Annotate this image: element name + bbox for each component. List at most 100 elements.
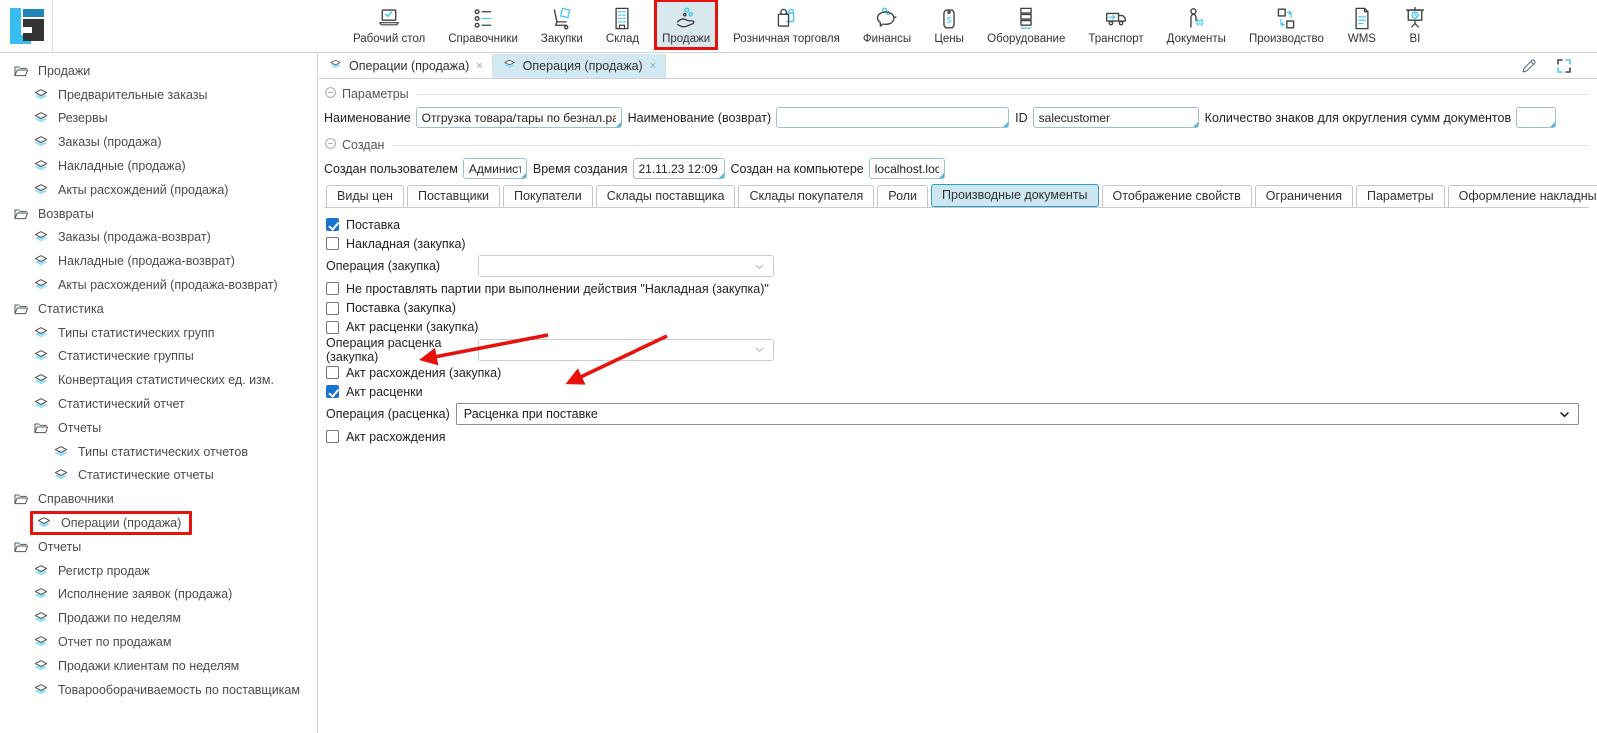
name-return-input[interactable] xyxy=(776,107,1009,128)
checkbox-row: Поставка (закупка) xyxy=(326,299,1583,318)
sidebar-item[interactable]: Акты расхождений (продажа-возврат) xyxy=(0,273,317,297)
truck-icon xyxy=(1101,5,1131,32)
toolbar-item-retail[interactable]: Розничная торговля xyxy=(728,2,845,48)
toolbar-item-transport[interactable]: Транспорт xyxy=(1083,2,1148,48)
created-computer-input[interactable] xyxy=(869,158,945,179)
sidebar-item[interactable]: Статистические отчеты xyxy=(0,464,317,488)
sidebar-item[interactable]: Акты расхождений (продажа) xyxy=(0,178,317,202)
main-panel: Операции (продажа)×Операция (продажа)× xyxy=(319,54,1597,733)
subtab-strip: Виды ценПоставщикиПокупателиСклады поста… xyxy=(324,184,1589,208)
toolbar-item-references[interactable]: Справочники xyxy=(443,2,523,48)
rounding-input[interactable] xyxy=(1516,107,1556,128)
sidebar-folder[interactable]: Справочники xyxy=(0,487,317,511)
subtab-item[interactable]: Параметры xyxy=(1356,185,1445,207)
subtab-item[interactable]: Склады покупателя xyxy=(738,185,874,207)
svg-text:$: $ xyxy=(947,15,952,25)
dropdown-select[interactable] xyxy=(478,255,774,277)
toolbar-item-purchases[interactable]: Закупки xyxy=(536,2,588,48)
sidebar-item[interactable]: Товарооборачиваемость по поставщикам xyxy=(0,678,317,702)
subtab-item[interactable]: Отображение свойств xyxy=(1102,185,1252,207)
checkbox[interactable] xyxy=(326,366,339,379)
toolbar-item-equipment[interactable]: Оборудование xyxy=(982,2,1070,48)
collapse-minus-icon[interactable] xyxy=(324,137,342,153)
collapse-minus-icon[interactable] xyxy=(324,86,342,102)
folder-icon xyxy=(12,63,30,79)
sidebar-item-label: Отчеты xyxy=(58,421,101,435)
sidebar-item[interactable]: Типы статистических отчетов xyxy=(0,440,317,464)
sidebar-folder[interactable]: Продажи xyxy=(0,59,317,83)
subtab-item[interactable]: Оформление накладных xyxy=(1448,185,1597,207)
checkbox[interactable] xyxy=(326,385,339,398)
toolbar-item-warehouse[interactable]: Склад xyxy=(601,2,644,48)
dropdown-select[interactable]: Расценка при поставке xyxy=(456,403,1579,425)
checkbox-row: Не проставлять партии при выполнении дей… xyxy=(326,279,1583,298)
toolbar-item-documents[interactable]: Документы xyxy=(1162,2,1231,48)
checkbox[interactable] xyxy=(326,302,339,315)
toolbar-item-production[interactable]: Производство xyxy=(1244,2,1329,48)
layers-icon xyxy=(32,396,50,412)
sidebar-item[interactable]: Типы статистических групп xyxy=(0,321,317,345)
sidebar-item[interactable]: Регистр продаж xyxy=(0,559,317,583)
layers-icon xyxy=(52,444,70,460)
sidebar-item[interactable]: Продажи клиентам по неделям xyxy=(0,654,317,678)
sidebar-item[interactable]: Резервы xyxy=(0,107,317,131)
sidebar-item[interactable]: Исполнение заявок (продажа) xyxy=(0,583,317,607)
created-time-input[interactable] xyxy=(633,158,725,179)
sidebar-folder[interactable]: Отчеты xyxy=(0,416,317,440)
checkbox[interactable] xyxy=(326,430,339,443)
dropdown-select[interactable] xyxy=(478,339,774,361)
sidebar-item-label: Регистр продаж xyxy=(58,564,150,578)
subtab-item[interactable]: Покупатели xyxy=(503,185,593,207)
subtab-active[interactable]: Производные документы xyxy=(931,184,1099,207)
toolbar-item-bi[interactable]: BI xyxy=(1395,2,1435,48)
layers-icon xyxy=(32,253,50,269)
subtab-item[interactable]: Виды цен xyxy=(326,185,404,207)
subtab-item[interactable]: Роли xyxy=(877,185,928,207)
name-input[interactable] xyxy=(416,107,622,128)
sidebar-item[interactable]: Статистический отчет xyxy=(0,392,317,416)
sidebar-item[interactable]: Операции (продажа) xyxy=(0,511,317,535)
fullscreen-icon[interactable] xyxy=(1555,57,1573,78)
close-tab-icon[interactable]: × xyxy=(650,60,656,72)
layers-icon xyxy=(32,277,50,293)
sidebar-folder[interactable]: Возвраты xyxy=(0,202,317,226)
sidebar-item[interactable]: Заказы (продажа-возврат) xyxy=(0,226,317,250)
warehouse-icon xyxy=(607,5,637,32)
sidebar-item-label: Операции (продажа) xyxy=(61,516,181,530)
checkbox-row: Акт расценки (закупка) xyxy=(326,318,1583,337)
sidebar-item[interactable]: Продажи по неделям xyxy=(0,606,317,630)
toolbar-item-prices[interactable]: $Цены xyxy=(929,2,969,48)
checkbox[interactable] xyxy=(326,237,339,250)
checkbox[interactable] xyxy=(326,321,339,334)
group-created: Создан xyxy=(324,137,1589,153)
sidebar-item[interactable]: Предварительные заказы xyxy=(0,83,317,107)
sidebar-folder[interactable]: Отчеты xyxy=(0,535,317,559)
created-user-input[interactable] xyxy=(463,158,527,179)
id-input[interactable] xyxy=(1033,107,1199,128)
sidebar-item[interactable]: Накладные (продажа-возврат) xyxy=(0,249,317,273)
checkbox[interactable] xyxy=(326,218,339,231)
sidebar-folder[interactable]: Статистика xyxy=(0,297,317,321)
subtab-item[interactable]: Склады поставщика xyxy=(596,185,736,207)
sidebar-item[interactable]: Отчет по продажам xyxy=(0,630,317,654)
subtab-item[interactable]: Поставщики xyxy=(407,185,500,207)
subtab-item[interactable]: Ограничения xyxy=(1255,185,1353,207)
sidebar-item[interactable]: Статистические группы xyxy=(0,345,317,369)
sidebar-item[interactable]: Накладные (продажа) xyxy=(0,154,317,178)
close-tab-icon[interactable]: × xyxy=(476,60,482,72)
toolbar-item-sales[interactable]: Продажи xyxy=(657,2,715,48)
checkbox-row: Акт расхождения xyxy=(326,427,1583,446)
panel-body: Параметры Наименование Наименование (воз… xyxy=(319,79,1597,447)
checkbox[interactable] xyxy=(326,282,339,295)
layers-icon xyxy=(32,134,50,150)
document-tab[interactable]: Операция (продажа)× xyxy=(493,54,666,78)
layers-icon xyxy=(32,158,50,174)
document-tab[interactable]: Операции (продажа)× xyxy=(319,54,493,78)
sidebar-item[interactable]: Конвертация статистических ед. изм. xyxy=(0,368,317,392)
sidebar-item[interactable]: Заказы (продажа) xyxy=(0,130,317,154)
edit-pencil-icon[interactable] xyxy=(1520,57,1538,78)
chevron-light-icon xyxy=(753,343,766,356)
toolbar-item-desktop[interactable]: Рабочий стол xyxy=(348,2,430,48)
toolbar-item-wms[interactable]: WMS xyxy=(1342,2,1382,48)
toolbar-item-finance[interactable]: Финансы xyxy=(858,2,916,48)
